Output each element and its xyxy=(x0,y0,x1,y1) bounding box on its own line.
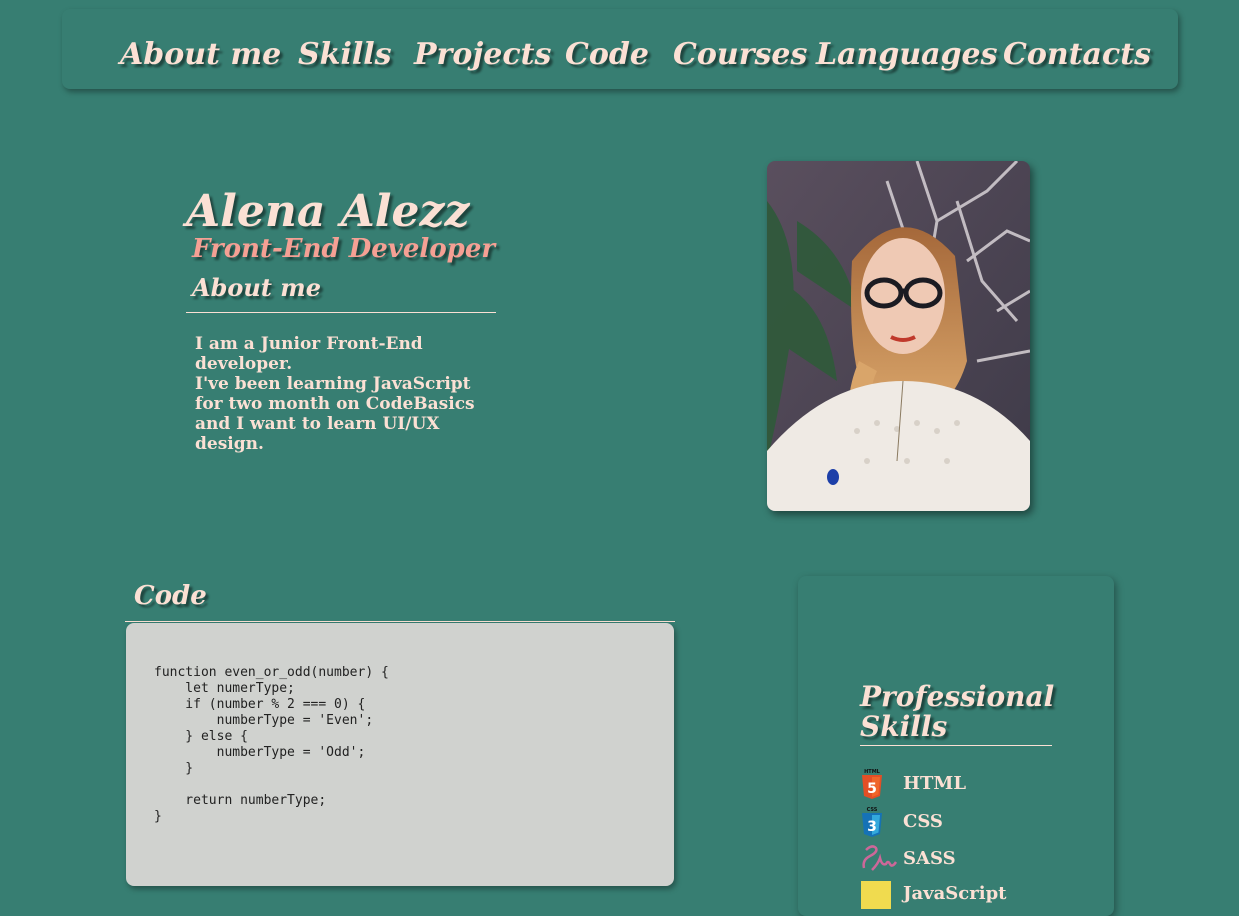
skill-html: HTML 5 HTML xyxy=(860,766,966,800)
code-heading: Code xyxy=(134,581,207,611)
main-nav: About me Skills Projects Code Courses La… xyxy=(62,9,1178,89)
hero-role: Front-End Developer xyxy=(192,234,496,264)
svg-text:3: 3 xyxy=(867,819,877,835)
skill-label-sass: SASS xyxy=(903,847,956,869)
code-snippet: function even_or_odd(number) { let numer… xyxy=(154,665,389,824)
skill-label-javascript: JavaScript xyxy=(903,882,1007,904)
nav-projects[interactable]: Projects xyxy=(414,37,551,73)
skills-divider xyxy=(860,745,1052,746)
code-divider xyxy=(125,621,675,622)
about-line-1: I am a Junior Front-End developer. xyxy=(195,334,423,374)
nav-courses[interactable]: Courses xyxy=(673,37,807,73)
code-block: function even_or_odd(number) { let numer… xyxy=(126,623,674,886)
svg-text:CSS: CSS xyxy=(867,807,878,813)
skills-card xyxy=(798,576,1114,916)
svg-text:HTML: HTML xyxy=(864,769,881,775)
nav-contacts[interactable]: Contacts xyxy=(1003,37,1151,73)
nav-code[interactable]: Code xyxy=(565,37,649,73)
skills-heading: Professional Skills xyxy=(860,680,1055,743)
skill-sass: SASS xyxy=(860,841,956,875)
sass-icon xyxy=(860,841,900,875)
skill-javascript: JavaScript xyxy=(860,876,1006,910)
portrait-image xyxy=(767,161,1030,511)
about-text: I am a Junior Front-End developer. I've … xyxy=(195,334,495,454)
about-divider xyxy=(186,312,496,313)
profile-photo xyxy=(767,161,1030,511)
css3-icon: CSS 3 xyxy=(860,804,900,838)
html5-icon: HTML 5 xyxy=(860,766,900,800)
about-line-2: I've been learning JavaScript for two mo… xyxy=(195,374,475,454)
about-heading: About me xyxy=(192,273,321,302)
svg-text:5: 5 xyxy=(867,781,877,797)
javascript-icon xyxy=(860,876,900,910)
skill-css: CSS 3 CSS xyxy=(860,804,943,838)
skill-label-css: CSS xyxy=(903,810,943,832)
nav-languages[interactable]: Languages xyxy=(816,37,998,73)
nav-about-me[interactable]: About me xyxy=(120,37,281,73)
skill-label-html: HTML xyxy=(903,772,966,794)
nav-skills[interactable]: Skills xyxy=(298,37,392,73)
